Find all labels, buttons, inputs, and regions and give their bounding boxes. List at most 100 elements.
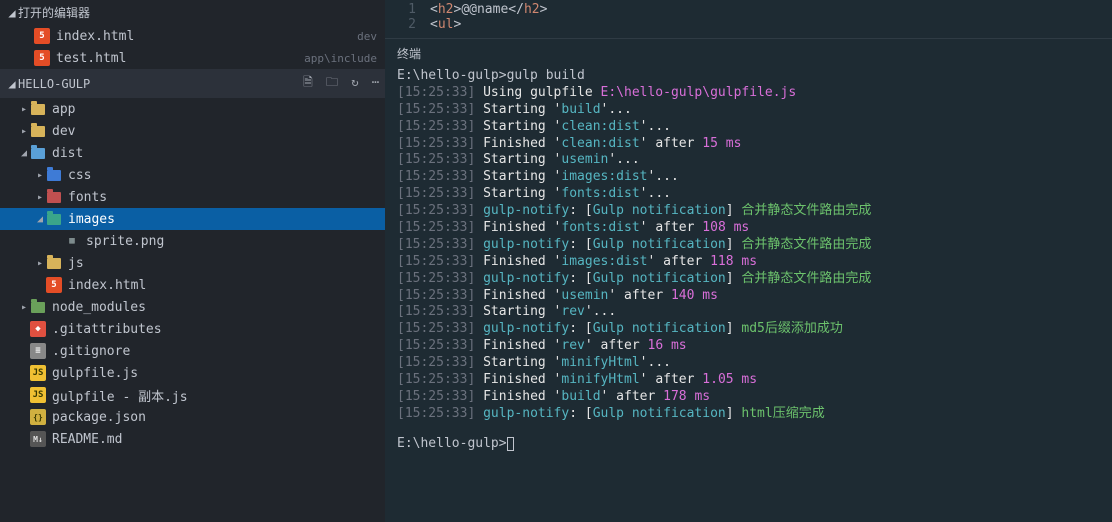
open-editors-list: 5 index.htmldev 5 test.htmlapp\include	[0, 25, 385, 69]
open-editors-header[interactable]: ◢ 打开的编辑器	[0, 0, 385, 25]
tree-item-label: .gitignore	[52, 344, 377, 359]
code-line[interactable]: <h2>@@name</h2>	[430, 2, 547, 17]
editor-pane: 1<h2>@@name</h2>2<ul> 终端 E:\hello-gulp>g…	[385, 0, 1112, 522]
tree-item-label: dev	[52, 124, 377, 139]
tree-folder[interactable]: ▸fonts	[0, 186, 385, 208]
terminal-line: [15:25:33] Starting 'usemin'...	[397, 152, 1100, 169]
tree-file[interactable]: ≡ .gitignore	[0, 340, 385, 362]
code-line[interactable]: <ul>	[430, 17, 461, 32]
tree-file[interactable]: JSgulpfile - 副本.js	[0, 384, 385, 406]
open-editor-item[interactable]: 5 test.htmlapp\include	[0, 47, 385, 69]
tree-item-label: gulpfile - 副本.js	[52, 386, 377, 405]
tree-folder[interactable]: ◢ images	[0, 208, 385, 230]
html-file-icon: 5	[34, 50, 50, 66]
file-icon: ≡	[30, 343, 46, 359]
terminal-line: [15:25:33] Finished 'usemin' after 140 m…	[397, 288, 1100, 305]
tree-file[interactable]: ▦ sprite.png	[0, 230, 385, 252]
tree-item-label: fonts	[68, 190, 377, 205]
terminal-prompt[interactable]: E:\hello-gulp>	[397, 436, 1100, 453]
folder-icon	[30, 299, 46, 315]
tree-item-label: index.html	[68, 278, 377, 293]
terminal-prompt: E:\hello-gulp>gulp build	[397, 68, 1100, 85]
terminal-line: [15:25:33] Using gulpfile E:\hello-gulp\…	[397, 85, 1100, 102]
tree-item-label: dist	[52, 146, 377, 161]
project-actions: 🗎 🗀 ↻ ⋯	[297, 73, 379, 94]
folder-icon	[30, 145, 46, 161]
tree-item-label: gulpfile.js	[52, 366, 377, 381]
file-icon: JS	[30, 365, 46, 381]
tree-item-label: js	[68, 256, 377, 271]
folder-icon	[46, 167, 62, 183]
file-icon: ◆	[30, 321, 46, 337]
terminal-line: [15:25:33] Starting 'images:dist'...	[397, 169, 1100, 186]
tree-folder[interactable]: ▸node_modules	[0, 296, 385, 318]
tree-arrow-icon: ◢	[34, 214, 46, 225]
terminal-line: [15:25:33] Finished 'minifyHtml' after 1…	[397, 372, 1100, 389]
tree-folder[interactable]: ▸ css	[0, 164, 385, 186]
file-tree: ▸app▸dev◢dist▸css▸fonts◢images▦sprite.pn…	[0, 98, 385, 450]
tree-file[interactable]: ◆ .gitattributes	[0, 318, 385, 340]
terminal-output[interactable]: E:\hello-gulp>gulp build[15:25:33] Using…	[389, 68, 1108, 461]
tree-arrow-icon: ▸	[34, 170, 46, 181]
file-path-hint: app\include	[304, 52, 377, 65]
file-name: index.html	[56, 29, 357, 44]
terminal-line: [15:25:33] Starting 'fonts:dist'...	[397, 186, 1100, 203]
project-label: HELLO-GULP	[18, 77, 297, 91]
terminal-panel: 终端 E:\hello-gulp>gulp build[15:25:33] Us…	[385, 38, 1112, 522]
terminal-line: [15:25:33] gulp-notify: [Gulp notificati…	[397, 321, 1100, 338]
tree-item-label: app	[52, 102, 377, 117]
tree-item-label: sprite.png	[86, 234, 377, 249]
terminal-line: [15:25:33] gulp-notify: [Gulp notificati…	[397, 406, 1100, 423]
terminal-line: [15:25:33] gulp-notify: [Gulp notificati…	[397, 271, 1100, 288]
tree-arrow-icon: ▸	[34, 258, 46, 269]
refresh-icon[interactable]: ↻	[351, 75, 358, 89]
new-file-icon[interactable]: 🗎	[303, 75, 313, 89]
terminal-line: [15:25:33] Finished 'rev' after 16 ms	[397, 338, 1100, 355]
line-number: 1	[385, 2, 430, 17]
new-folder-icon[interactable]: 🗀	[326, 75, 338, 89]
tree-item-label: README.md	[52, 432, 377, 447]
tree-arrow-icon: ▸	[18, 126, 30, 137]
collapse-icon[interactable]: ⋯	[372, 75, 379, 89]
tree-file[interactable]: 5 index.html	[0, 274, 385, 296]
open-editor-item[interactable]: 5 index.htmldev	[0, 25, 385, 47]
terminal-tab[interactable]: 终端	[389, 39, 1108, 68]
tree-folder[interactable]: ▸app	[0, 98, 385, 120]
line-number: 2	[385, 17, 430, 32]
file-icon: M↓	[30, 431, 46, 447]
file-icon: ▦	[64, 233, 80, 249]
folder-icon	[30, 101, 46, 117]
file-path-hint: dev	[357, 30, 377, 43]
file-icon: {}	[30, 409, 46, 425]
terminal-line: [15:25:33] gulp-notify: [Gulp notificati…	[397, 203, 1100, 220]
folder-icon	[46, 211, 62, 227]
tree-arrow-icon: ▸	[18, 302, 30, 313]
terminal-line: [15:25:33] gulp-notify: [Gulp notificati…	[397, 237, 1100, 254]
chevron-down-icon: ◢	[6, 77, 18, 91]
sidebar: ◢ 打开的编辑器 5index.htmldev5test.htmlapp\inc…	[0, 0, 385, 522]
file-icon: 5	[46, 277, 62, 293]
terminal-line: [15:25:33] Finished 'clean:dist' after 1…	[397, 136, 1100, 153]
tree-folder[interactable]: ▸ dev	[0, 120, 385, 142]
open-editors-label: 打开的编辑器	[18, 4, 379, 21]
html-file-icon: 5	[34, 28, 50, 44]
code-area[interactable]: 1<h2>@@name</h2>2<ul>	[385, 0, 1112, 32]
folder-icon	[46, 189, 62, 205]
file-name: test.html	[56, 51, 304, 66]
tree-file[interactable]: {} package.json	[0, 406, 385, 428]
tree-item-label: images	[68, 212, 377, 227]
terminal-line: [15:25:33] Starting 'rev'...	[397, 304, 1100, 321]
tree-folder[interactable]: ◢dist	[0, 142, 385, 164]
cursor-icon	[507, 437, 514, 451]
tree-file[interactable]: JS gulpfile.js	[0, 362, 385, 384]
tree-item-label: package.json	[52, 410, 377, 425]
terminal-line: [15:25:33] Finished 'images:dist' after …	[397, 254, 1100, 271]
tree-item-label: .gitattributes	[52, 322, 377, 337]
tree-folder[interactable]: ▸ js	[0, 252, 385, 274]
project-header[interactable]: ◢ HELLO-GULP 🗎 🗀 ↻ ⋯	[0, 69, 385, 98]
tree-item-label: css	[68, 168, 377, 183]
terminal-line: [15:25:33] Starting 'clean:dist'...	[397, 119, 1100, 136]
folder-icon	[46, 255, 62, 271]
tree-file[interactable]: M↓ README.md	[0, 428, 385, 450]
terminal-line: [15:25:33] Finished 'build' after 178 ms	[397, 389, 1100, 406]
